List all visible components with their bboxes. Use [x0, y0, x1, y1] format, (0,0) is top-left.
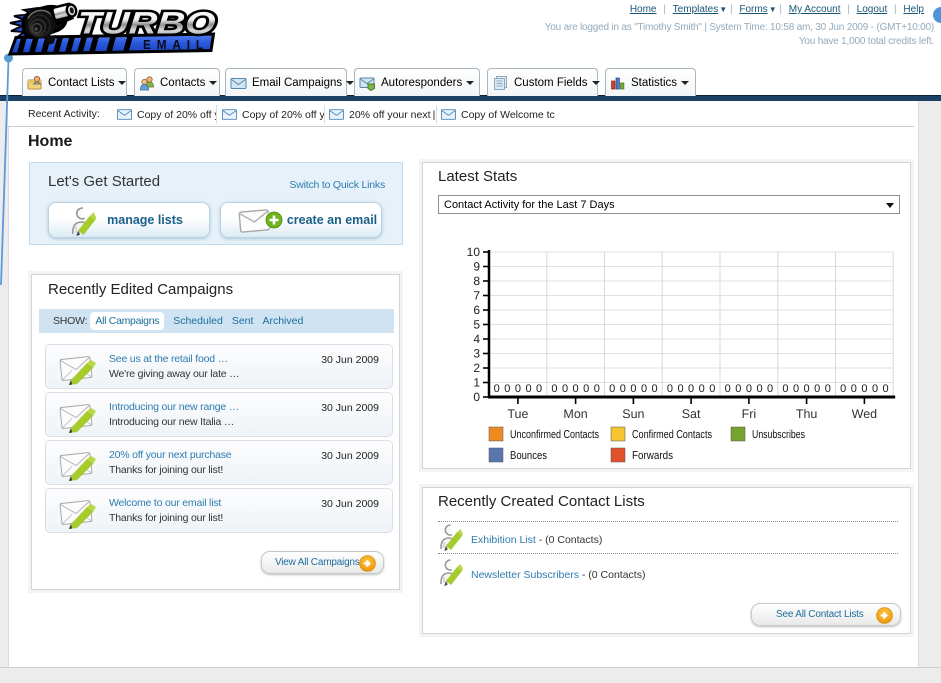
svg-text:0: 0	[594, 383, 600, 395]
svg-text:0: 0	[840, 383, 846, 395]
svg-text:0: 0	[583, 383, 589, 395]
svg-text:Fri: Fri	[742, 407, 757, 421]
svg-text:0: 0	[767, 383, 773, 395]
svg-text:10: 10	[467, 245, 481, 259]
svg-text:Mon: Mon	[563, 407, 587, 421]
svg-text:9: 9	[473, 260, 480, 274]
svg-text:0: 0	[825, 383, 831, 395]
svg-text:0: 0	[883, 383, 889, 395]
svg-text:0: 0	[652, 383, 658, 395]
svg-text:TURBO: TURBO	[76, 6, 216, 41]
svg-text:4: 4	[473, 332, 480, 346]
svg-text:3: 3	[473, 347, 480, 361]
svg-text:0: 0	[861, 383, 867, 395]
svg-text:5: 5	[473, 318, 480, 332]
svg-text:0: 0	[525, 383, 531, 395]
svg-text:6: 6	[473, 303, 480, 317]
svg-text:8: 8	[473, 274, 480, 288]
svg-text:0: 0	[746, 383, 752, 395]
svg-text:0: 0	[609, 383, 615, 395]
svg-text:Forwards: Forwards	[632, 450, 673, 462]
svg-text:Unconfirmed Contacts: Unconfirmed Contacts	[510, 429, 599, 441]
svg-text:2: 2	[473, 361, 480, 375]
svg-text:Unsubscribes: Unsubscribes	[752, 429, 805, 441]
svg-text:Thu: Thu	[796, 407, 818, 421]
svg-text:0: 0	[804, 383, 810, 395]
svg-text:0: 0	[551, 383, 557, 395]
svg-text:0: 0	[536, 383, 542, 395]
svg-text:Wed: Wed	[852, 407, 878, 421]
svg-text:0: 0	[872, 383, 878, 395]
svg-text:0: 0	[473, 390, 480, 404]
svg-text:0: 0	[667, 383, 673, 395]
svg-text:0: 0	[562, 383, 568, 395]
svg-text:0: 0	[641, 383, 647, 395]
svg-text:Sat: Sat	[682, 407, 701, 421]
svg-text:0: 0	[709, 383, 715, 395]
svg-text:0: 0	[688, 383, 694, 395]
svg-text:0: 0	[814, 383, 820, 395]
svg-text:0: 0	[504, 383, 510, 395]
svg-text:0: 0	[725, 383, 731, 395]
svg-text:0: 0	[735, 383, 741, 395]
svg-text:0: 0	[699, 383, 705, 395]
svg-text:0: 0	[782, 383, 788, 395]
svg-text:Bounces: Bounces	[510, 450, 547, 462]
svg-text:Sun: Sun	[622, 407, 644, 421]
svg-text:0: 0	[573, 383, 579, 395]
svg-text:Confirmed Contacts: Confirmed Contacts	[632, 429, 712, 441]
svg-text:0: 0	[677, 383, 683, 395]
svg-text:0: 0	[494, 383, 500, 395]
svg-text:0: 0	[515, 383, 521, 395]
svg-text:0: 0	[756, 383, 762, 395]
svg-text:7: 7	[473, 289, 480, 303]
svg-text:0: 0	[630, 383, 636, 395]
svg-text:0: 0	[851, 383, 857, 395]
svg-text:0: 0	[793, 383, 799, 395]
svg-text:Tue: Tue	[507, 407, 528, 421]
svg-text:0: 0	[620, 383, 626, 395]
svg-text:1: 1	[473, 376, 480, 390]
